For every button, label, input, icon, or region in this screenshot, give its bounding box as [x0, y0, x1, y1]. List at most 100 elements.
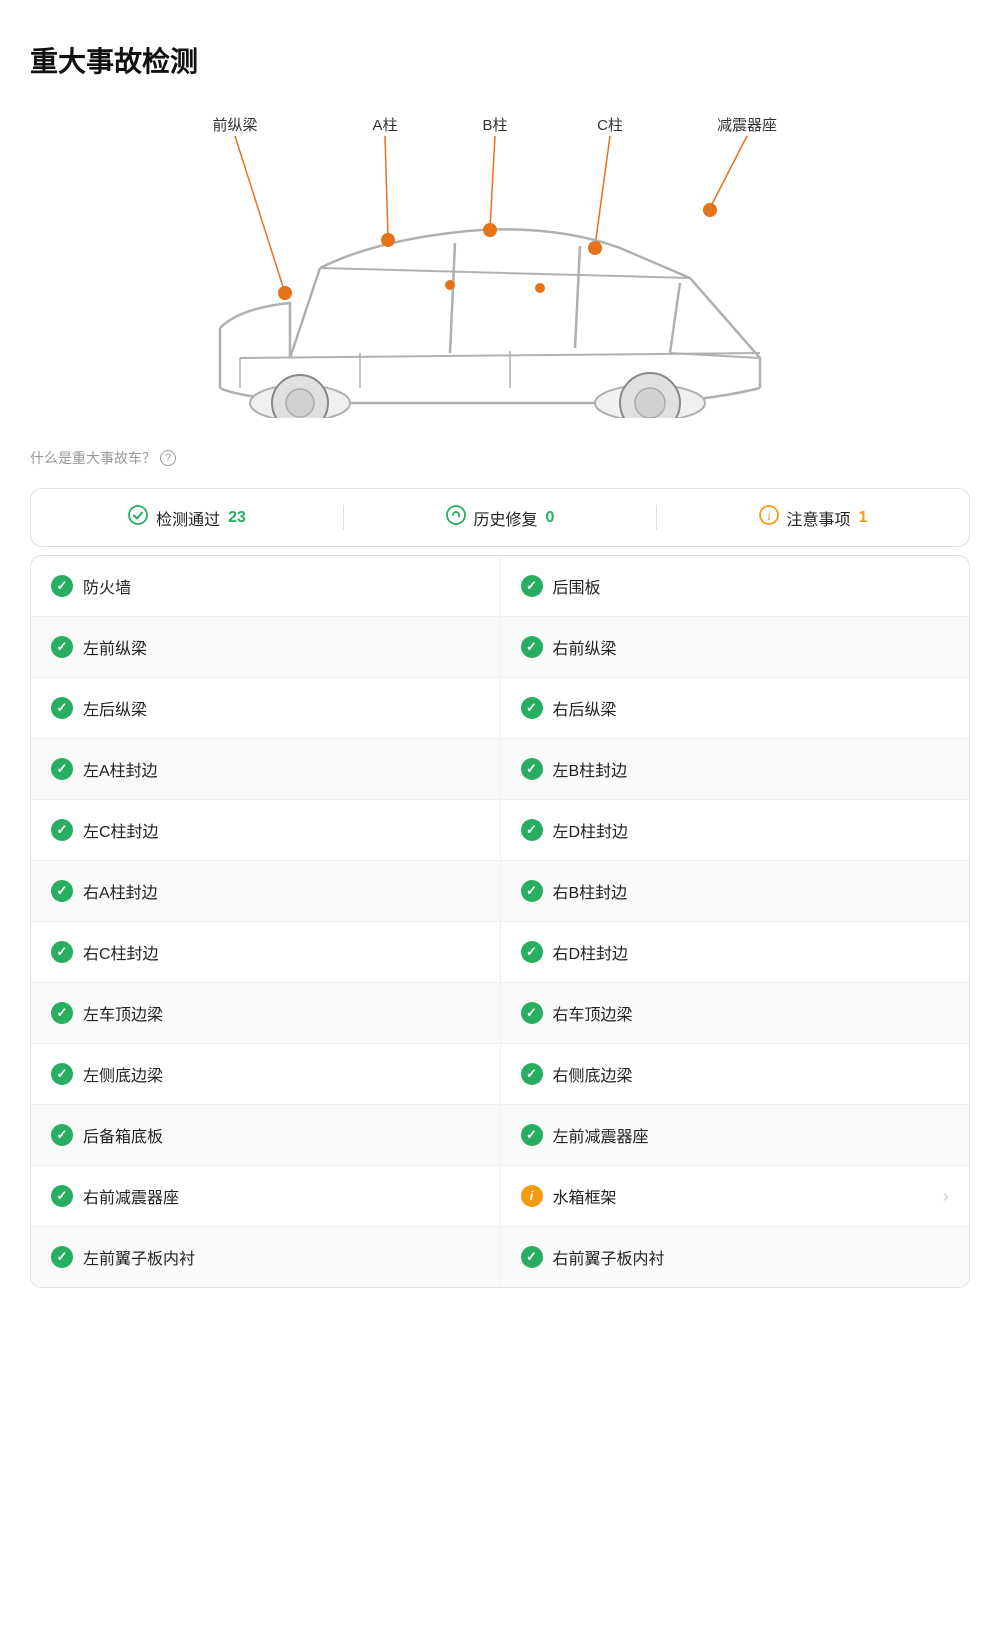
table-row: 左车顶边梁 右车顶边梁	[31, 983, 969, 1044]
check-icon	[51, 636, 73, 658]
checklist-item-label: 后围板	[553, 574, 601, 598]
checklist-item-label: 左车顶边梁	[83, 1001, 163, 1025]
check-icon	[51, 1002, 73, 1024]
checklist-cell-right: 右前纵梁	[500, 617, 970, 677]
check-icon	[51, 1246, 73, 1268]
checklist-item-label: 水箱框架	[553, 1184, 617, 1208]
checklist-cell-left: 右A柱封边	[31, 861, 500, 921]
subtitle-link[interactable]: 什么是重大事故车？ ?	[30, 448, 970, 468]
repair-label: 历史修复	[474, 506, 538, 530]
repair-icon	[446, 505, 466, 530]
summary-pass: 检测通过 23	[31, 505, 343, 530]
checklist-item-label: 右后纵梁	[553, 696, 617, 720]
checklist-cell-left: 左侧底边梁	[31, 1044, 500, 1104]
checklist-item-label: 左D柱封边	[553, 818, 629, 842]
checklist-cell-left: 后备箱底板	[31, 1105, 500, 1165]
notice-count: 1	[859, 509, 868, 527]
svg-text:前纵梁: 前纵梁	[212, 117, 257, 134]
check-icon	[51, 697, 73, 719]
pass-icon	[128, 505, 148, 530]
checklist-cell-right: 右车顶边梁	[500, 983, 970, 1043]
table-row: 左后纵梁 右后纵梁	[31, 678, 969, 739]
checklist-item-label: 左前减震器座	[553, 1123, 649, 1147]
checklist-item-label: 右D柱封边	[553, 940, 629, 964]
svg-text:A柱: A柱	[372, 117, 397, 134]
table-row: 左A柱封边 左B柱封边	[31, 739, 969, 800]
checklist-item-label: 右前翼子板内衬	[553, 1245, 665, 1269]
check-icon	[521, 636, 543, 658]
checklist-item-label: 右侧底边梁	[553, 1062, 633, 1086]
checklist-cell-left: 左前纵梁	[31, 617, 500, 677]
table-row: 左前翼子板内衬 右前翼子板内衬	[31, 1227, 969, 1287]
repair-count: 0	[546, 509, 555, 527]
table-row[interactable]: 右前减震器座 水箱框架 ›	[31, 1166, 969, 1227]
checklist-item-label: 左B柱封边	[553, 757, 628, 781]
checklist-cell-right: 右D柱封边	[500, 922, 970, 982]
subtitle-text: 什么是重大事故车？	[30, 448, 156, 468]
svg-text:i: i	[767, 509, 770, 523]
check-icon	[51, 1063, 73, 1085]
check-icon	[521, 758, 543, 780]
table-row: 左C柱封边 左D柱封边	[31, 800, 969, 861]
checklist-cell-left: 左车顶边梁	[31, 983, 500, 1043]
checklist-item-label: 左C柱封边	[83, 818, 159, 842]
checklist-cell-left: 右前减震器座	[31, 1166, 500, 1226]
notice-icon: i	[759, 505, 779, 530]
checklist-item-label: 左前翼子板内衬	[83, 1245, 195, 1269]
checklist-cell-left: 左前翼子板内衬	[31, 1227, 500, 1287]
check-icon	[521, 1124, 543, 1146]
checklist-cell-right: 左D柱封边	[500, 800, 970, 860]
pass-count: 23	[228, 509, 246, 527]
checklist-item-label: 后备箱底板	[83, 1123, 163, 1147]
checklist-cell-right: 右B柱封边	[500, 861, 970, 921]
check-icon	[51, 880, 73, 902]
checklist-item-label: 左侧底边梁	[83, 1062, 163, 1086]
checklist-item-label: 左前纵梁	[83, 635, 147, 659]
table-row: 后备箱底板 左前减震器座	[31, 1105, 969, 1166]
checklist-cell-left: 左C柱封边	[31, 800, 500, 860]
page-container: 重大事故检测 前纵梁 A柱 B柱 C柱 减震器座	[0, 0, 1000, 1628]
checklist-cell-left: 右C柱封边	[31, 922, 500, 982]
checklist-item-label: 右车顶边梁	[553, 1001, 633, 1025]
check-icon	[51, 1185, 73, 1207]
checklist-item-label: 防火墙	[83, 574, 131, 598]
checklist-item-label: 右C柱封边	[83, 940, 159, 964]
checklist-cell-left: 防火墙	[31, 556, 500, 616]
help-icon[interactable]: ?	[160, 450, 176, 466]
pass-label: 检测通过	[156, 506, 220, 530]
checklist-item-label: 右前减震器座	[83, 1184, 179, 1208]
summary-bar: 检测通过 23 历史修复 0 i 注意事项 1	[30, 488, 970, 547]
check-icon	[521, 1002, 543, 1024]
info-icon	[521, 1185, 543, 1207]
checklist-cell-left: 左后纵梁	[31, 678, 500, 738]
checklist-cell-right: 左前减震器座	[500, 1105, 970, 1165]
svg-text:B柱: B柱	[482, 117, 507, 134]
notice-label: 注意事项	[787, 506, 851, 530]
checklist-cell-right: 右后纵梁	[500, 678, 970, 738]
table-row: 右C柱封边 右D柱封边	[31, 922, 969, 983]
check-icon	[521, 697, 543, 719]
table-row: 左前纵梁 右前纵梁	[31, 617, 969, 678]
checklist-cell-right[interactable]: 水箱框架 ›	[500, 1166, 970, 1226]
checklist-item-label: 右B柱封边	[553, 879, 628, 903]
check-icon	[51, 819, 73, 841]
checklist-cell-right: 右前翼子板内衬	[500, 1227, 970, 1287]
summary-repair: 历史修复 0	[343, 505, 656, 530]
check-icon	[51, 941, 73, 963]
check-icon	[521, 819, 543, 841]
checklist-cell-right: 后围板	[500, 556, 970, 616]
checklist-item-label: 右A柱封边	[83, 879, 158, 903]
checklist-item-label: 左后纵梁	[83, 696, 147, 720]
checklist-container: 防火墙 后围板左前纵梁 右前纵梁左后纵梁 右后纵梁左A柱封边 左B柱封边左C柱封边 左D柱…	[30, 555, 970, 1288]
car-diagram: 前纵梁 A柱 B柱 C柱 减震器座	[30, 108, 970, 448]
page-title: 重大事故检测	[30, 40, 970, 80]
check-icon	[51, 758, 73, 780]
checklist-cell-left: 左A柱封边	[31, 739, 500, 799]
table-row: 左侧底边梁 右侧底边梁	[31, 1044, 969, 1105]
check-icon	[51, 1124, 73, 1146]
check-icon	[521, 1246, 543, 1268]
table-row: 右A柱封边 右B柱封边	[31, 861, 969, 922]
checklist-item-label: 左A柱封边	[83, 757, 158, 781]
chevron-right-icon: ›	[943, 1186, 949, 1207]
svg-text:C柱: C柱	[597, 117, 623, 134]
